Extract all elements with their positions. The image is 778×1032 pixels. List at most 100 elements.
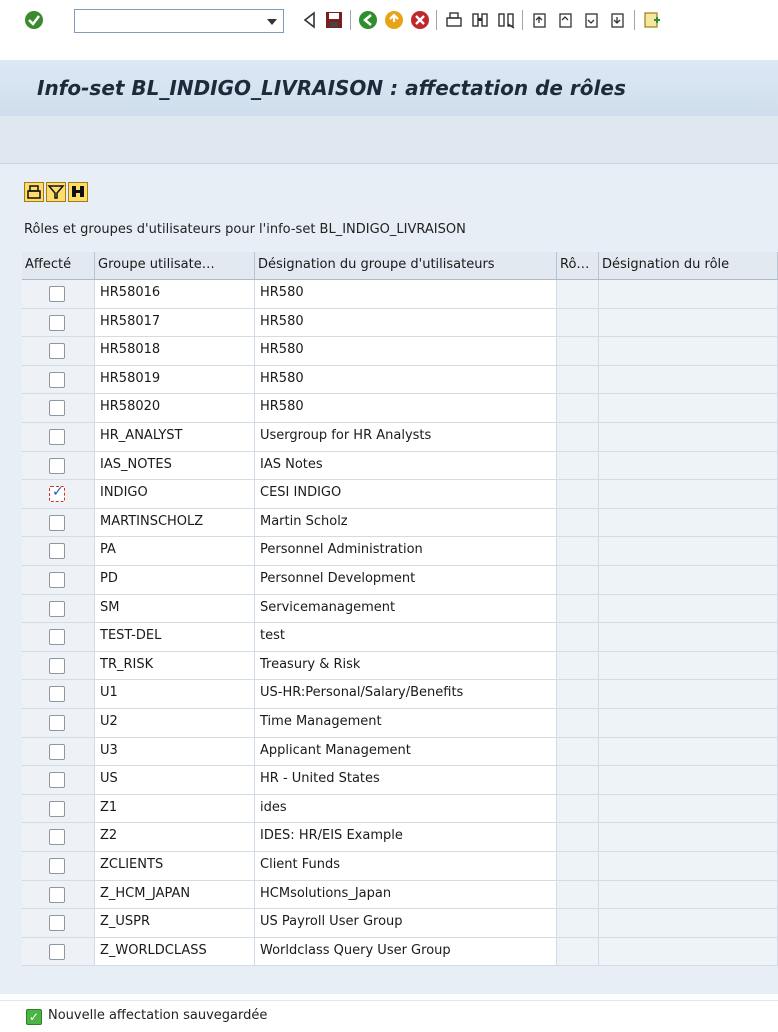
assigned-checkbox[interactable] — [49, 286, 65, 302]
role-description-cell — [599, 880, 778, 910]
save-icon[interactable] — [324, 10, 344, 30]
role-cell — [557, 680, 599, 709]
assigned-checkbox[interactable] — [49, 686, 65, 703]
assigned-cell — [22, 794, 95, 824]
assigned-checkbox[interactable] — [49, 343, 65, 360]
find-icon[interactable] — [470, 10, 490, 30]
assigned-checkbox[interactable] — [49, 858, 65, 874]
role-cell — [557, 737, 599, 767]
assigned-checkbox[interactable] — [49, 743, 65, 760]
exit-icon[interactable] — [384, 10, 404, 30]
assigned-checkbox[interactable] — [49, 400, 65, 417]
table-row[interactable]: U1 US-HR:Personal/Salary/Benefits — [22, 680, 778, 709]
table-row[interactable]: TEST-DEL test — [22, 623, 778, 652]
assigned-checkbox[interactable] — [49, 943, 65, 960]
assigned-checkbox[interactable] — [49, 484, 65, 503]
assigned-checkbox[interactable] — [49, 514, 65, 531]
table-row[interactable]: ZCLIENTS Client Funds — [22, 852, 778, 881]
role-description-cell — [599, 823, 778, 852]
table-row[interactable]: HR_ANALYST Usergroup for HR Analysts — [22, 423, 778, 452]
user-group-cell: U3 — [95, 737, 255, 767]
assigned-checkbox[interactable] — [49, 829, 65, 846]
assigned-checkbox[interactable] — [49, 772, 65, 789]
table-row[interactable]: U2 Time Management — [22, 709, 778, 738]
status-message: Nouvelle affectation sauvegardée — [48, 1008, 268, 1023]
column-header-role-description[interactable]: Désignation du rôle — [599, 252, 778, 280]
role-cell — [557, 709, 599, 738]
cancel-icon[interactable] — [410, 10, 430, 30]
role-cell — [557, 508, 599, 538]
assigned-checkbox[interactable] — [49, 429, 65, 445]
user-group-cell: HR58016 — [95, 280, 255, 309]
assigned-checkbox[interactable] — [49, 629, 65, 646]
table-row[interactable]: Z2 IDES: HR/EIS Example — [22, 823, 778, 852]
user-group-cell: HR58018 — [95, 337, 255, 366]
green-back-icon[interactable] — [358, 10, 378, 30]
table-row[interactable]: Z_WORLDCLASS Worldclass Query User Group — [22, 937, 778, 967]
role-description-cell — [599, 308, 778, 338]
assigned-checkbox[interactable] — [49, 314, 65, 331]
filter-icon[interactable] — [46, 182, 66, 202]
assigned-checkbox[interactable] — [49, 572, 65, 588]
next-page-icon[interactable] — [582, 10, 602, 30]
column-header-assigned[interactable]: Affecté — [22, 252, 95, 280]
find-icon[interactable] — [68, 182, 88, 202]
table-row[interactable]: IAS_NOTES IAS Notes — [22, 451, 778, 481]
print-icon[interactable] — [24, 182, 44, 202]
find-next-icon[interactable] — [496, 10, 516, 30]
group-description-cell: IDES: HR/EIS Example — [255, 823, 557, 852]
role-cell — [557, 337, 599, 366]
table-row[interactable]: MARTINSCHOLZ Martin Scholz — [22, 508, 778, 538]
last-page-icon[interactable] — [608, 10, 628, 30]
table-row[interactable]: HR58017 HR580 — [22, 308, 778, 338]
table-row[interactable]: US HR - United States — [22, 766, 778, 795]
table-row[interactable]: TR_RISK Treasury & Risk — [22, 651, 778, 681]
assigned-checkbox[interactable] — [49, 915, 65, 932]
user-group-cell: Z_WORLDCLASS — [95, 937, 255, 967]
toolbar-separator — [634, 10, 635, 30]
role-description-cell — [599, 594, 778, 624]
table-row[interactable]: PA Personnel Administration — [22, 537, 778, 566]
print-icon[interactable] — [444, 10, 464, 30]
table-row[interactable]: INDIGOCESI INDIGO — [22, 480, 778, 509]
enter-icon[interactable] — [24, 10, 44, 30]
group-description-cell: test — [255, 623, 557, 652]
column-header-user-group[interactable]: Groupe utilisate… — [95, 252, 255, 280]
group-description-cell: US Payroll User Group — [255, 909, 557, 938]
assigned-cell — [22, 280, 95, 309]
table-row[interactable]: U3 Applicant Management — [22, 737, 778, 767]
assigned-checkbox[interactable] — [49, 657, 65, 674]
assigned-checkbox[interactable] — [49, 543, 65, 560]
role-description-cell — [599, 337, 778, 366]
assigned-checkbox[interactable] — [49, 800, 65, 817]
column-header-group-description[interactable]: Désignation du groupe d'utilisateurs — [255, 252, 557, 280]
table-row[interactable]: Z_HCM_JAPAN HCMsolutions_Japan — [22, 880, 778, 910]
role-cell — [557, 594, 599, 624]
role-cell — [557, 909, 599, 938]
user-group-cell: PD — [95, 566, 255, 595]
first-page-icon[interactable] — [530, 10, 550, 30]
assigned-checkbox[interactable] — [49, 715, 65, 731]
table-row[interactable]: Z1 ides — [22, 794, 778, 824]
table-row[interactable]: PD Personnel Development — [22, 566, 778, 595]
role-cell — [557, 480, 599, 509]
previous-page-icon[interactable] — [556, 10, 576, 30]
create-session-icon[interactable] — [642, 10, 662, 30]
table-row[interactable]: Z_USPR US Payroll User Group — [22, 909, 778, 938]
table-row[interactable]: HR58016 HR580 — [22, 280, 778, 309]
assigned-checkbox[interactable] — [49, 371, 65, 388]
back-icon[interactable] — [300, 10, 320, 30]
command-field[interactable] — [74, 9, 284, 33]
assigned-checkbox[interactable] — [49, 457, 65, 474]
table-row[interactable]: SM Servicemanagement — [22, 594, 778, 624]
user-group-cell: ZCLIENTS — [95, 852, 255, 881]
chevron-down-icon[interactable] — [267, 19, 277, 25]
success-check-icon: ✓ — [26, 1009, 42, 1025]
assigned-checkbox[interactable] — [49, 886, 65, 903]
table-row[interactable]: HR58019 HR580 — [22, 365, 778, 395]
table-row[interactable]: HR58018 HR580 — [22, 337, 778, 366]
table-caption: Rôles et groupes d'utilisateurs pour l'i… — [24, 222, 466, 237]
assigned-checkbox[interactable] — [49, 600, 65, 617]
column-header-role[interactable]: Rô… — [557, 252, 599, 280]
table-row[interactable]: HR58020 HR580 — [22, 394, 778, 423]
